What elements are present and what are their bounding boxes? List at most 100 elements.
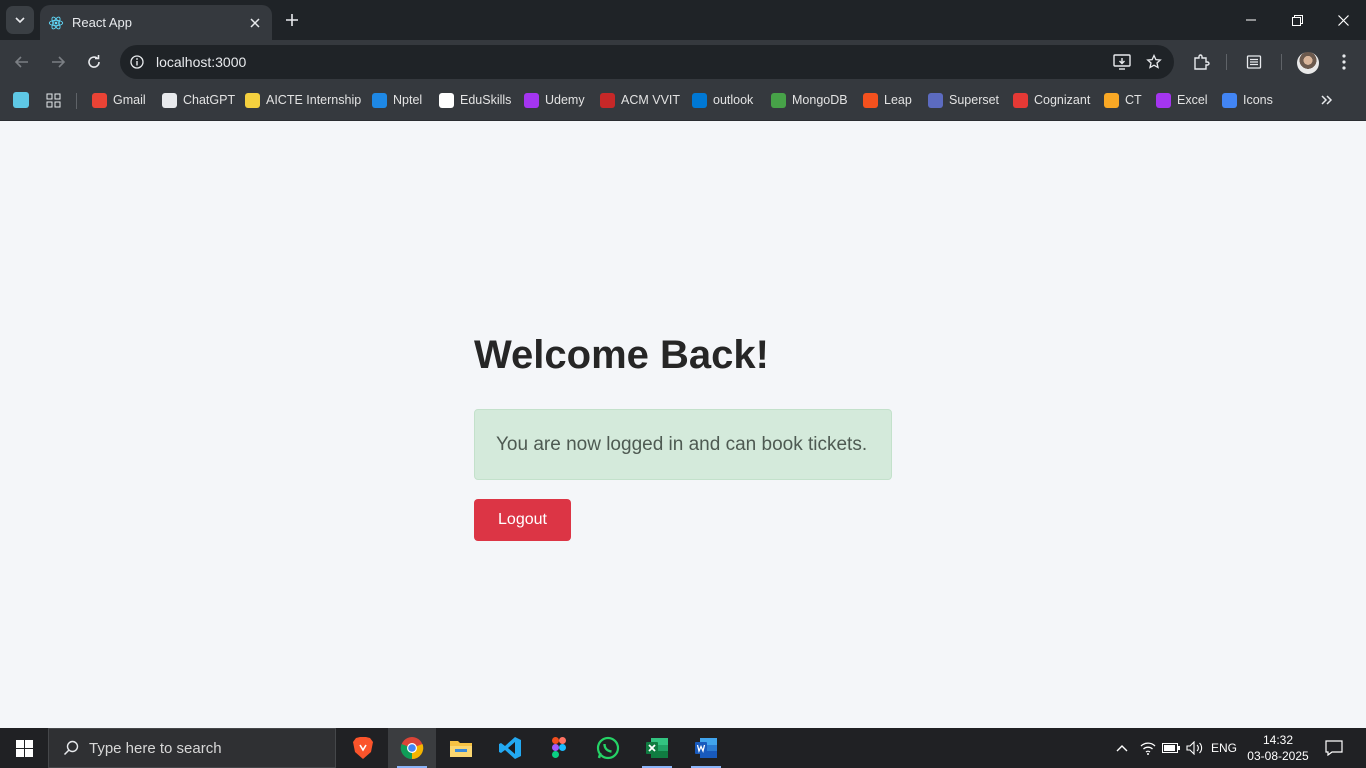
bookmarks-bar: Gmail ChatGPT AICTE Internship Nptel EduSkil…: [0, 84, 1366, 121]
address-bar[interactable]: localhost:3000: [120, 45, 1174, 79]
success-alert: You are now logged in and can book ticke…: [474, 409, 892, 480]
url-text[interactable]: localhost:3000: [156, 54, 1110, 70]
bookmark-acm-vvit[interactable]: ACM VVIT: [600, 84, 680, 116]
show-hidden-icons-button[interactable]: [1112, 728, 1132, 768]
taskbar-app-vscode[interactable]: [486, 728, 534, 768]
profile-avatar[interactable]: [1297, 52, 1319, 74]
reading-list-icon: [1246, 55, 1262, 69]
chevron-double-right-icon: [1321, 95, 1333, 105]
page-content: Welcome Back! You are now logged in and …: [0, 121, 1366, 728]
taskbar-app-whatsapp[interactable]: [584, 728, 632, 768]
tab-group-icon: [13, 92, 29, 108]
more-vertical-icon: [1342, 54, 1346, 70]
nptel-icon: [372, 92, 387, 108]
close-tab-icon[interactable]: [246, 14, 264, 32]
plus-icon: [286, 14, 298, 26]
restore-button[interactable]: [1274, 0, 1320, 40]
eduskills-icon: [439, 92, 454, 108]
bookmark-icons[interactable]: Icons: [1222, 84, 1273, 116]
start-button[interactable]: [0, 728, 48, 768]
forward-button[interactable]: [44, 48, 72, 76]
close-icon: [1337, 14, 1349, 26]
bookmark-chatgpt[interactable]: ChatGPT: [162, 84, 235, 116]
browser-tab-active[interactable]: React App: [40, 5, 272, 40]
cognizant-icon: [1013, 92, 1028, 108]
new-tab-button[interactable]: [280, 8, 304, 32]
bookmark-label: outlook: [713, 93, 754, 107]
search-placeholder: Type here to search: [89, 739, 222, 757]
battery-icon: [1162, 743, 1180, 753]
windows-logo-icon: [15, 739, 33, 757]
bookmark-gmail[interactable]: Gmail: [92, 84, 146, 116]
bookmark-cognizant[interactable]: Cognizant: [1013, 84, 1090, 116]
bookmark-label: EduSkills: [460, 93, 512, 107]
taskbar-search-box[interactable]: Type here to search: [48, 728, 336, 768]
taskbar-app-brave[interactable]: [339, 728, 387, 768]
browser-toolbar: localhost:3000: [0, 40, 1366, 84]
bookmark-superset[interactable]: Superset: [928, 84, 999, 116]
excel-bookmark-icon: [1156, 92, 1171, 108]
bookmark-label: Superset: [949, 93, 1000, 107]
battery-button[interactable]: [1160, 728, 1182, 768]
bookmark-label: Icons: [1243, 93, 1273, 107]
bookmark-label: MongoDB: [792, 93, 848, 107]
search-icon: [63, 740, 79, 756]
clock-date: 03-08-2025: [1247, 749, 1309, 763]
arrow-right-icon: [52, 56, 66, 68]
bookmark-nptel[interactable]: Nptel: [372, 84, 422, 116]
page-title: Welcome Back!: [474, 333, 769, 377]
restore-icon: [1291, 14, 1303, 26]
react-icon: [48, 16, 64, 29]
bookmark-leap[interactable]: Leap: [863, 84, 912, 116]
taskbar-app-file-explorer[interactable]: [437, 728, 485, 768]
bookmark-mongodb[interactable]: MongoDB: [771, 84, 848, 116]
network-button[interactable]: [1137, 728, 1159, 768]
bookmark-ct[interactable]: CT: [1104, 84, 1142, 116]
bookmark-label: Cognizant: [1034, 93, 1091, 107]
logout-button[interactable]: Logout: [474, 499, 571, 541]
extensions-button[interactable]: [1187, 48, 1215, 76]
input-language-button[interactable]: ENG: [1208, 728, 1240, 768]
reload-button[interactable]: [80, 48, 108, 76]
tab-search-button[interactable]: [6, 6, 34, 34]
bookmark-outlook[interactable]: outlook: [692, 84, 753, 116]
taskbar-clock[interactable]: 14:32 03-08-2025: [1240, 732, 1316, 764]
wifi-icon: [1140, 742, 1156, 755]
notification-center-button[interactable]: [1320, 728, 1348, 768]
aicte-icon: [245, 92, 260, 108]
taskbar-app-figma[interactable]: [535, 728, 583, 768]
bookmark-label: Gmail: [113, 93, 146, 107]
minimize-button[interactable]: [1228, 0, 1274, 40]
more-bookmarks-button[interactable]: [1320, 84, 1334, 116]
bookmark-label: Excel: [1177, 93, 1208, 107]
site-info-icon[interactable]: [126, 51, 148, 73]
back-button[interactable]: [8, 48, 36, 76]
star-icon[interactable]: [1142, 50, 1166, 74]
puzzle-icon: [1194, 54, 1210, 70]
leap-icon: [863, 92, 878, 108]
taskbar-app-chrome[interactable]: [388, 728, 436, 768]
language-indicator: ENG: [1210, 741, 1237, 755]
taskbar-app-excel[interactable]: [633, 728, 681, 768]
apps-button[interactable]: [46, 84, 61, 116]
speaker-icon: [1186, 741, 1203, 755]
chatgpt-icon: [162, 92, 177, 108]
volume-button[interactable]: [1184, 728, 1206, 768]
side-panel-button[interactable]: [1240, 48, 1268, 76]
bookmark-aicte-internship[interactable]: AICTE Internship: [245, 84, 361, 116]
reload-icon: [88, 55, 100, 68]
bookmark-eduskills[interactable]: EduSkills: [439, 84, 511, 116]
bookmark-udemy[interactable]: Udemy: [524, 84, 585, 116]
browser-menu-button[interactable]: [1330, 48, 1358, 76]
bookmark-label: ChatGPT: [183, 93, 236, 107]
close-window-button[interactable]: [1320, 0, 1366, 40]
taskbar-app-word[interactable]: [682, 728, 730, 768]
install-app-icon[interactable]: [1110, 50, 1134, 74]
bookmark-excel[interactable]: Excel: [1156, 84, 1208, 116]
alert-message: You are now logged in and can book ticke…: [496, 433, 868, 455]
tab-groups-button[interactable]: [13, 84, 35, 116]
mongodb-icon: [771, 92, 786, 108]
chevron-up-icon: [1116, 745, 1128, 752]
apps-grid-icon: [46, 93, 61, 107]
bookmark-label: Leap: [884, 93, 912, 107]
